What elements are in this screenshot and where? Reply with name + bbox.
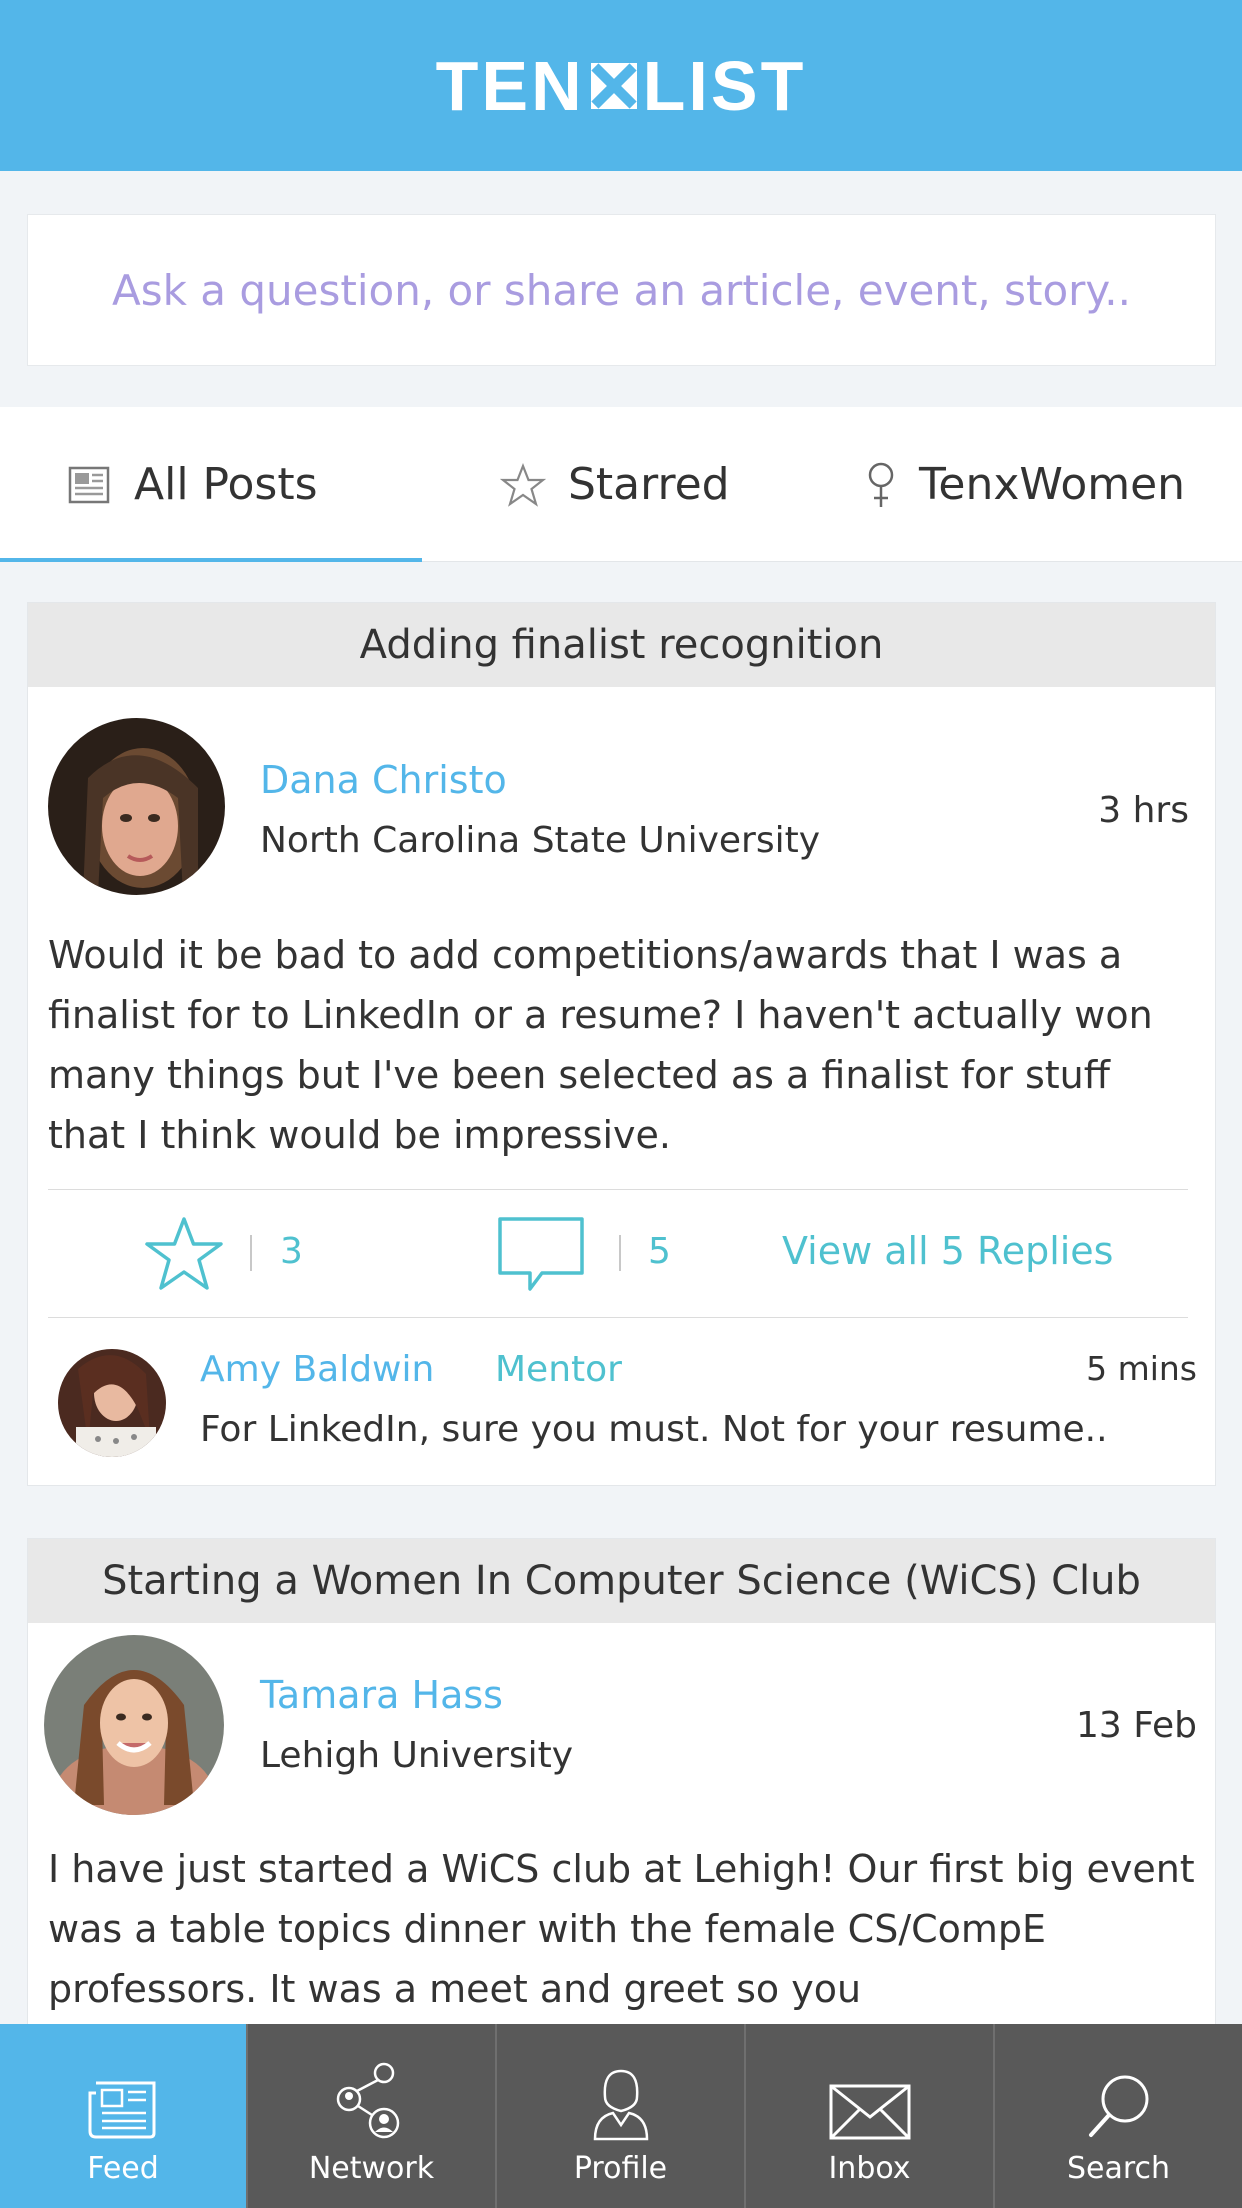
newspaper-icon [68,465,112,505]
reply-text: For LinkedIn, sure you must. Not for you… [200,1409,1108,1450]
author-school: North Carolina State University [260,820,821,861]
nav-feed-label: Feed [87,2151,159,2186]
avatar[interactable] [44,1635,224,1815]
nav-network[interactable]: Network [246,2024,495,2208]
tab-tenxwomen-label: TenxWomen [919,459,1186,510]
star-icon[interactable] [143,1215,225,1297]
post-body: I have just started a WiCS club at Lehig… [48,1847,1195,2011]
divider [48,1189,1188,1190]
tab-starred[interactable]: Starred [500,407,800,562]
network-icon [332,2059,412,2141]
feed-tabs: All Posts Starred TenxWomen [0,407,1242,562]
search-icon [1085,2059,1153,2141]
reply-avatar[interactable] [58,1349,166,1457]
logo-x-icon [590,62,637,109]
post-body: Would it be bad to add competitions/awar… [48,933,1153,1157]
comment-icon[interactable] [496,1215,586,1299]
female-symbol-icon [865,461,897,509]
author-name[interactable]: Dana Christo [260,758,507,802]
tab-all-posts-label: All Posts [134,459,318,510]
active-tab-indicator [0,558,422,562]
nav-network-label: Network [308,2151,435,2186]
author-school: Lehigh University [260,1735,574,1776]
reply-timestamp: 5 mins [1086,1349,1197,1388]
post-timestamp: 3 hrs [1098,790,1189,831]
envelope-icon [828,2059,912,2141]
nav-search-label: Search [1066,2151,1171,2186]
person-icon [591,2059,651,2141]
reply-author-name[interactable]: Amy Baldwin [200,1349,434,1390]
logo-text-left: TEN [435,46,585,125]
author-name[interactable]: Tamara Hass [260,1673,503,1717]
post-timestamp: 13 Feb [1076,1705,1197,1746]
newspaper-icon [86,2059,160,2141]
tab-starred-label: Starred [568,459,730,510]
post-card[interactable]: Adding finalist recognition Dana Christo… [27,602,1216,1486]
bottom-navigation: Feed Network Profile Inbox Search [0,2024,1242,2208]
view-all-replies-link[interactable]: View all 5 Replies [782,1229,1113,1273]
nav-profile[interactable]: Profile [495,2024,744,2208]
nav-inbox-label: Inbox [828,2151,911,2186]
logo-text-right: LIST [642,46,807,125]
separator [619,1235,621,1271]
star-count: 3 [280,1231,303,1272]
post-title: Starting a Women In Computer Science (Wi… [28,1539,1215,1623]
tab-tenxwomen[interactable]: TenxWomen [865,407,1242,562]
divider [48,1317,1188,1318]
compose-post-box[interactable]: Ask a question, or share an article, eve… [27,214,1216,366]
compose-placeholder: Ask a question, or share an article, eve… [112,265,1131,315]
nav-inbox[interactable]: Inbox [744,2024,993,2208]
avatar[interactable] [48,718,225,895]
comment-count: 5 [648,1231,671,1272]
nav-search[interactable]: Search [993,2024,1242,2208]
post-title: Adding finalist recognition [28,603,1215,687]
star-outline-icon [500,462,546,507]
tab-all-posts[interactable]: All Posts [0,407,422,562]
reply-author-role: Mentor [495,1349,622,1390]
nav-feed[interactable]: Feed [0,2024,246,2208]
app-header: TEN LIST [0,0,1242,171]
nav-profile-label: Profile [573,2151,668,2186]
tenxlist-logo: TEN LIST [436,46,807,126]
separator [250,1235,252,1271]
